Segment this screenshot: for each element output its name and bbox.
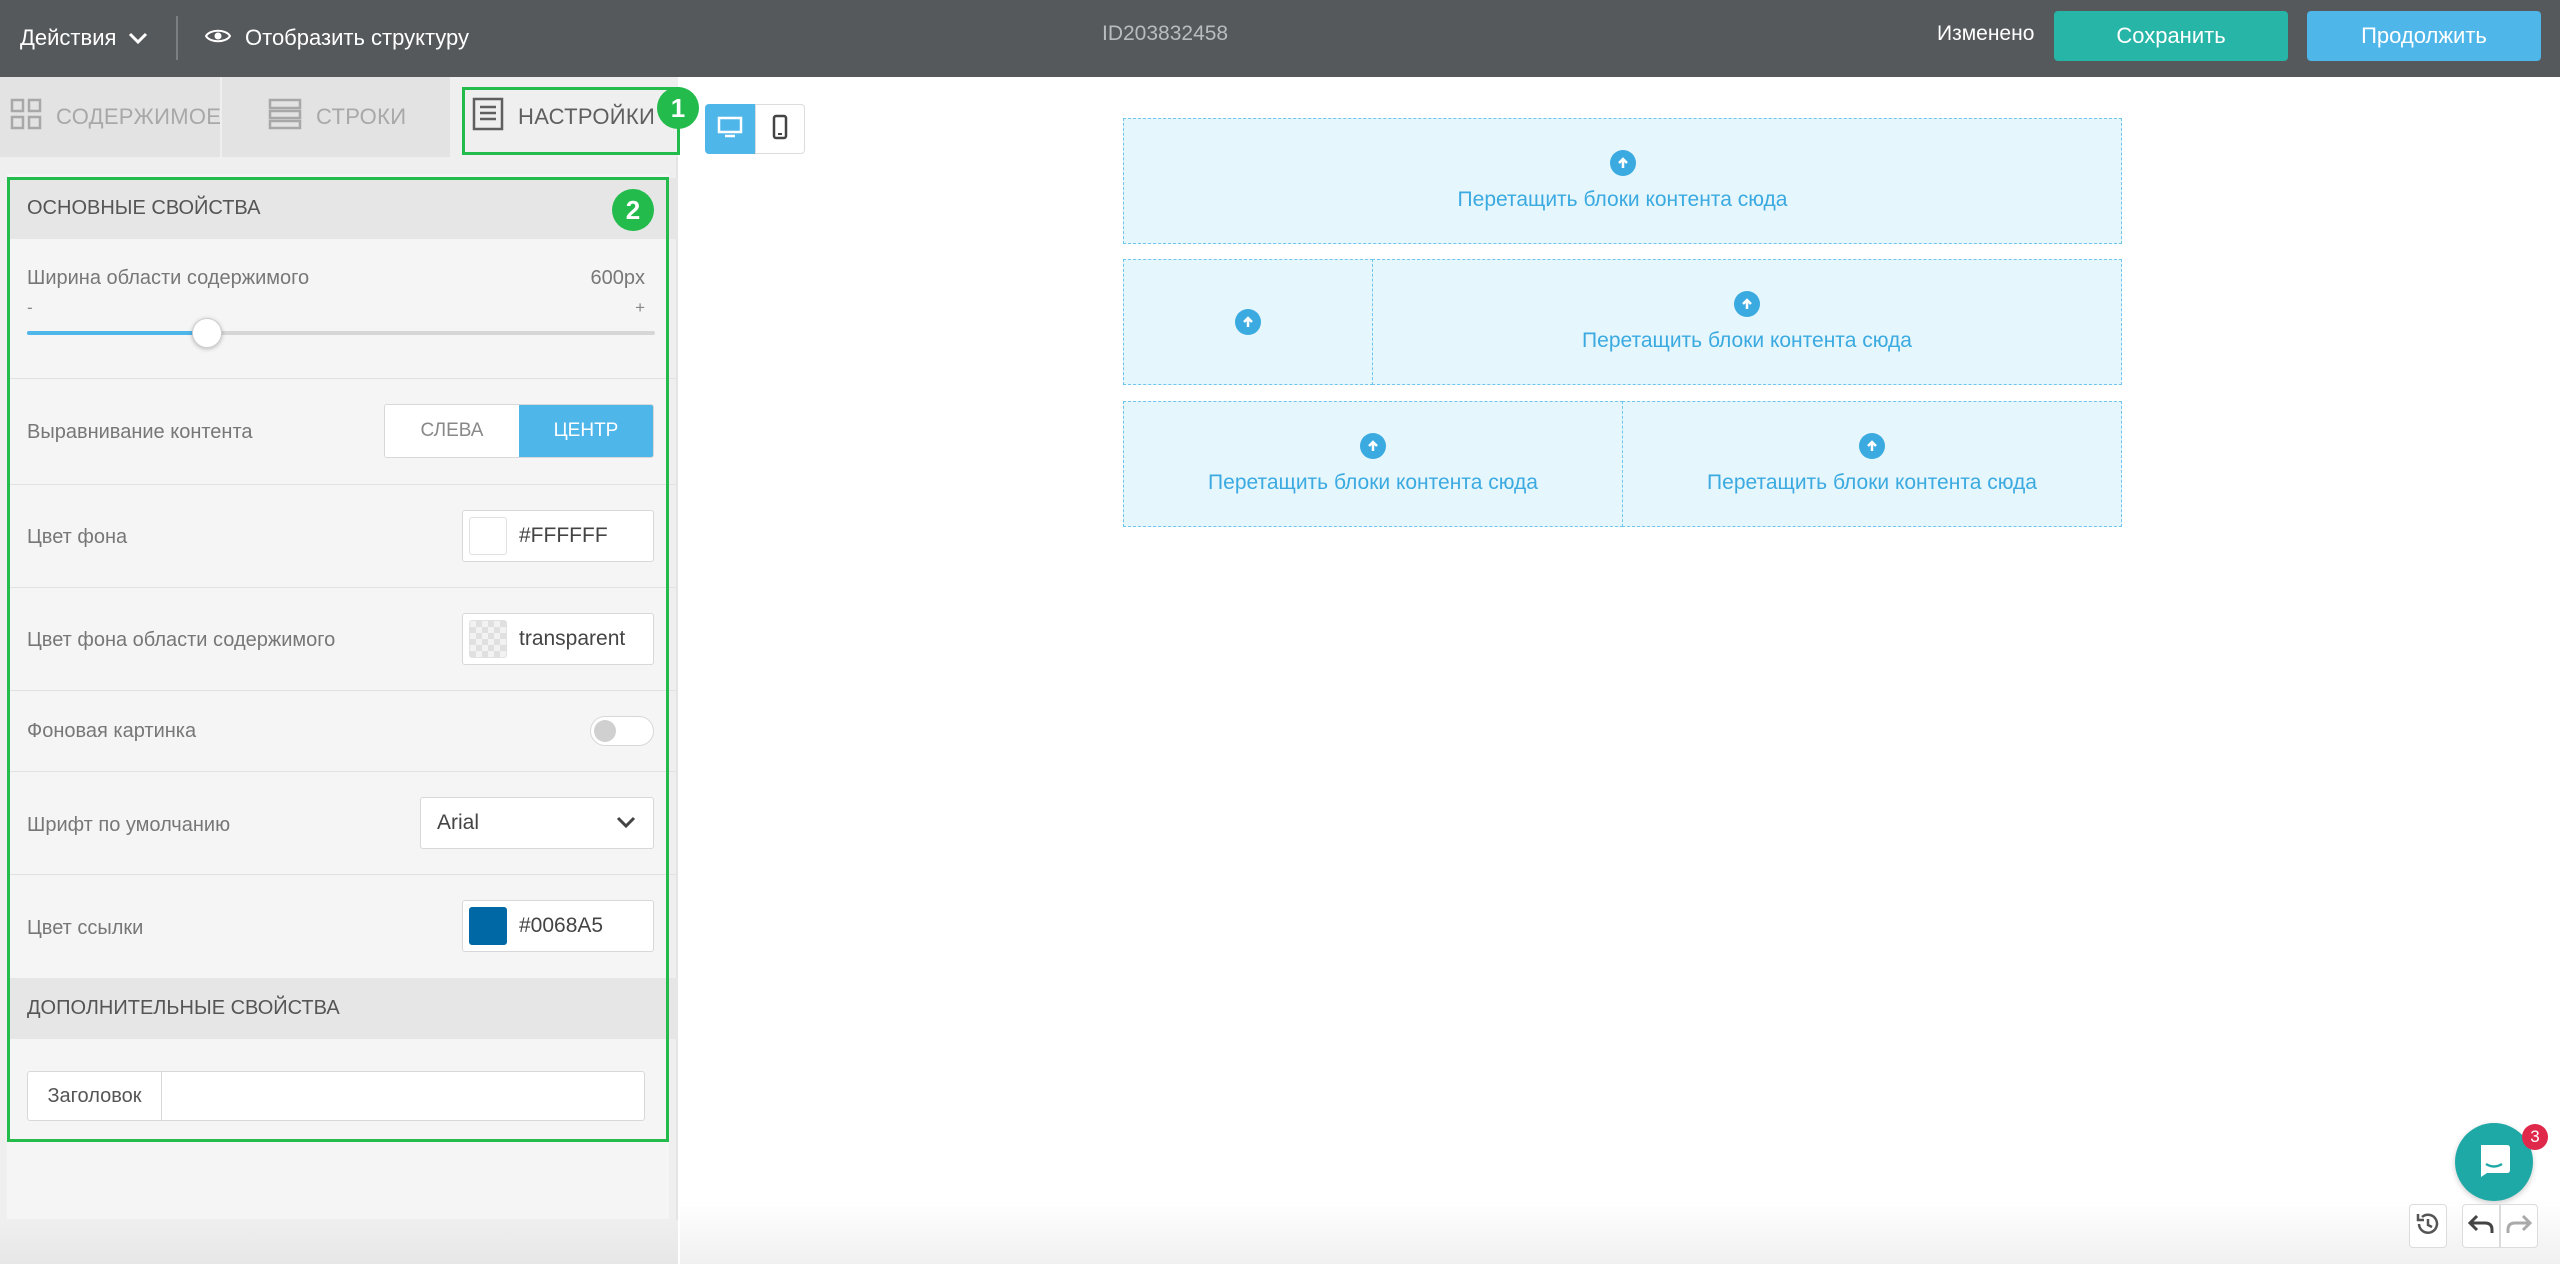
show-structure-button[interactable]: Отобразить структуру [204, 20, 470, 56]
desktop-icon [717, 116, 743, 143]
chevron-down-icon [615, 811, 637, 839]
undo-button[interactable] [2462, 1204, 2500, 1248]
drop-zone[interactable] [1123, 259, 1373, 385]
rows-icon [268, 98, 302, 136]
link-color-picker[interactable]: #0068A5 [462, 900, 654, 952]
background-image-row: Фоновая картинка [10, 691, 678, 772]
arrow-up-icon [1859, 433, 1885, 459]
drop-zone-label: Перетащить блоки контента сюда [1208, 471, 1538, 494]
canvas-bottom-shade [680, 1200, 2560, 1264]
chat-icon [2475, 1142, 2513, 1183]
slider-thumb[interactable] [192, 318, 223, 348]
slider-fill [27, 331, 208, 335]
content-bg-color-picker[interactable]: transparent [462, 613, 654, 665]
settings-sidebar: Содержимое Строки Настройки 1 Основные с… [0, 77, 699, 1264]
background-color-label: Цвет фона [27, 526, 128, 548]
document-id: ID203832458 [1102, 22, 1229, 45]
slider-max-label: + [635, 298, 645, 317]
desktop-view-button[interactable] [705, 104, 755, 154]
grid-icon [10, 98, 42, 136]
background-image-toggle[interactable] [590, 716, 654, 746]
chevron-down-icon [128, 25, 148, 51]
align-left-option[interactable]: Слева [385, 405, 519, 457]
drop-zone[interactable]: Перетащить блоки контента сюда [1372, 259, 2122, 385]
default-font-label: Шрифт по умолчанию [27, 814, 231, 836]
arrow-up-icon [1609, 150, 1636, 176]
top-bar: Действия Отобразить структуру ID20383245… [0, 0, 2560, 77]
content-bg-color-label: Цвет фона области содержимого [27, 629, 336, 651]
actions-label: Действия [20, 25, 117, 50]
drop-zone-label: Перетащить блоки контента сюда [1582, 329, 1912, 352]
drop-zone[interactable]: Перетащить блоки контента сюда [1123, 401, 1623, 527]
alignment-row: Выравнивание контента Слева Центр [10, 379, 678, 485]
history-icon [2414, 1210, 2442, 1243]
content-width-label: Ширина области содержимого [27, 267, 310, 289]
save-status: Изменено [1937, 22, 2035, 45]
content-bg-color-row: Цвет фона области содержимого transparen… [10, 588, 678, 691]
title-field-label: Заголовок [28, 1072, 162, 1120]
background-color-picker[interactable]: #FFFFFF [462, 510, 654, 562]
divider [176, 16, 178, 60]
advanced-properties-header: Дополнительные свойства [10, 978, 678, 1039]
content-width-value: 600px [590, 267, 646, 289]
drop-zone[interactable]: Перетащить блоки контента сюда [1123, 118, 2122, 244]
content-width-slider[interactable] [27, 318, 655, 348]
mobile-icon [772, 114, 788, 145]
default-font-select[interactable]: Arial [420, 797, 654, 849]
background-color-row: Цвет фона #FFFFFF [10, 485, 678, 588]
title-input[interactable] [162, 1072, 644, 1120]
unread-badge: 3 [2522, 1124, 2548, 1150]
tab-content-label: Содержимое [56, 104, 222, 129]
default-font-row: Шрифт по умолчанию Arial [10, 772, 678, 875]
redo-button[interactable] [2500, 1204, 2538, 1248]
tab-highlight-frame [462, 87, 680, 155]
content-bg-color-value: transparent [519, 627, 626, 650]
link-color-value: #0068A5 [519, 914, 604, 937]
background-color-value: #FFFFFF [519, 524, 608, 547]
align-center-option[interactable]: Центр [519, 405, 653, 457]
toggle-knob [594, 720, 616, 742]
drop-zone-label: Перетащить блоки контента сюда [1707, 471, 2037, 494]
history-button[interactable] [2409, 1204, 2447, 1248]
drop-zone[interactable]: Перетащить блоки контента сюда [1622, 401, 2122, 527]
background-color-swatch [469, 517, 507, 555]
tab-content[interactable]: Содержимое [0, 77, 222, 157]
tab-rows[interactable]: Строки [222, 77, 450, 157]
arrow-up-icon [1235, 309, 1261, 335]
basic-properties-header: Основные свойства [10, 178, 678, 239]
tab-rows-label: Строки [316, 104, 407, 129]
arrow-up-icon [1734, 291, 1760, 317]
alignment-toggle[interactable]: Слева Центр [384, 404, 654, 458]
transparent-swatch [469, 620, 507, 658]
mobile-view-button[interactable] [755, 104, 805, 154]
arrow-up-icon [1360, 433, 1386, 459]
actions-menu[interactable]: Действия [20, 20, 148, 56]
continue-button[interactable]: Продолжить [2307, 11, 2541, 61]
eye-icon [204, 25, 232, 51]
save-button[interactable]: Сохранить [2054, 11, 2288, 61]
link-color-swatch [469, 907, 507, 945]
link-color-label: Цвет ссылки [27, 917, 144, 939]
slider-min-label: - [27, 298, 33, 317]
callout-badge-2: 2 [612, 189, 654, 231]
tab-settings[interactable]: Настройки [452, 77, 680, 157]
redo-icon [2505, 1212, 2533, 1241]
undo-icon [2467, 1212, 2495, 1241]
drop-zone-label: Перетащить блоки контента сюда [1457, 188, 1788, 211]
show-structure-label: Отобразить структуру [245, 25, 470, 50]
sidebar-footer [0, 1220, 678, 1264]
title-field[interactable]: Заголовок [27, 1071, 645, 1121]
background-image-label: Фоновая картинка [27, 720, 197, 742]
alignment-label: Выравнивание контента [27, 421, 253, 443]
content-width-row: Ширина области содержимого 600px - + [10, 239, 678, 379]
default-font-value: Arial [437, 811, 480, 834]
callout-badge-1: 1 [657, 87, 699, 129]
link-color-row: Цвет ссылки #0068A5 [10, 875, 678, 978]
